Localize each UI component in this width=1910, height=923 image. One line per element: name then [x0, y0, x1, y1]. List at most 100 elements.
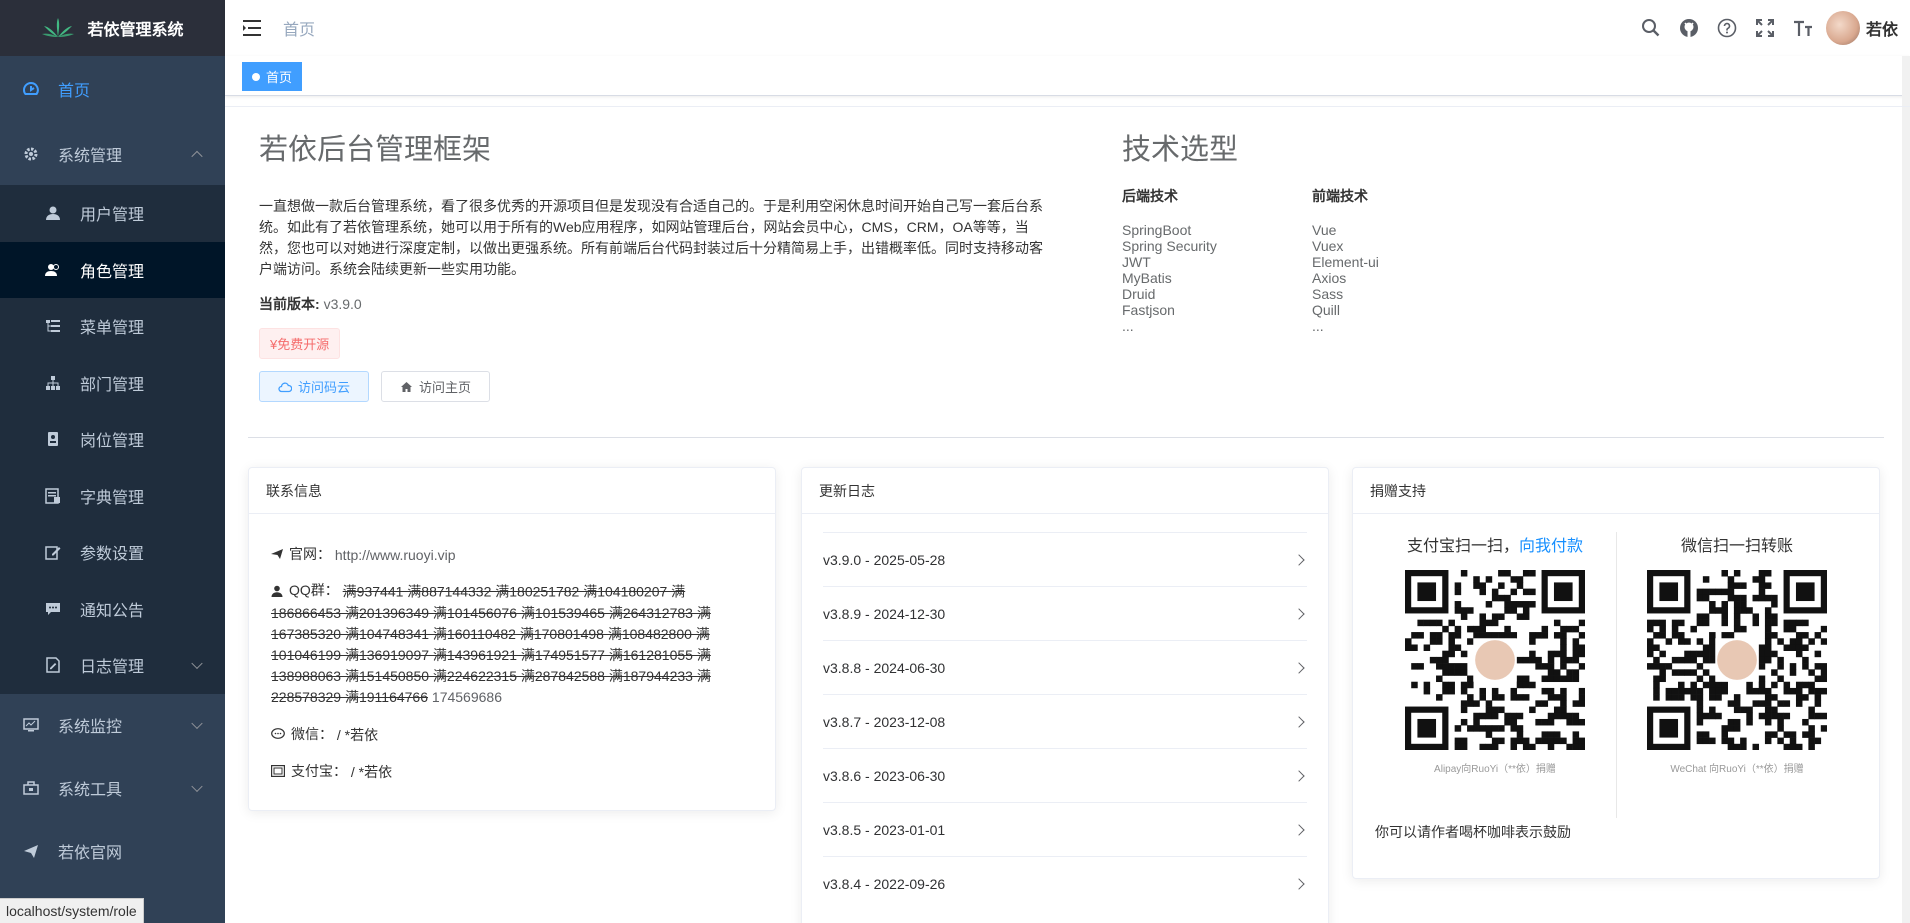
sidebar-item-site[interactable]: 若依官网 [0, 820, 225, 883]
chevron-right-icon [1293, 607, 1305, 620]
tech-item: Sass [1312, 286, 1344, 302]
sidebar-item-label: 角色管理 [80, 263, 145, 281]
pay-link[interactable]: 向我付款 [1519, 538, 1583, 555]
sidebar-item-home[interactable]: 首页 [0, 56, 225, 122]
money-icon [271, 764, 285, 777]
tech-columns: 后端技术 SpringBoot Spring Security JWT MyBa… [1122, 186, 1622, 334]
system-submenu: 用户管理 角色管理 菜单管理 部门管理 岗位管理 字典管理 参数设置 通知公告 [0, 185, 225, 694]
user-icon [271, 585, 283, 597]
tech-item: Spring Security [1122, 238, 1217, 254]
sidebar-item-label: 字典管理 [80, 489, 145, 507]
contact-card: 联系信息 官网： http://www.ruoyi.vip QQ群： 满9374… [248, 467, 776, 811]
visit-gitee-button[interactable]: 访问码云 [259, 371, 370, 402]
alipay-value: / *若依 [350, 763, 393, 780]
sidebar-item-label: 参数设置 [80, 546, 145, 564]
site-row: 官网： http://www.ruoyi.vip [249, 544, 775, 564]
chevron-right-icon [1293, 553, 1305, 566]
changelog-item[interactable]: v3.8.5 - 2023-01-01 [823, 802, 1307, 856]
tag-home[interactable]: 首页 [242, 62, 303, 91]
qq-row: QQ群： 满937441 满887144332 满180251782 满1041… [249, 580, 775, 708]
sidebar-item-role[interactable]: 角色管理 [0, 241, 225, 298]
github-icon[interactable] [1670, 0, 1708, 56]
post-icon [44, 430, 62, 448]
sidebar-item-dept[interactable]: 部门管理 [0, 355, 225, 412]
hamburger-icon[interactable] [243, 18, 263, 38]
sidebar-item-menu[interactable]: 菜单管理 [0, 298, 225, 355]
wechat-qr-title: 微信扫一扫转账 [1680, 538, 1793, 555]
tech-item: Vue [1312, 222, 1337, 238]
chevron-right-icon [1293, 715, 1305, 728]
changelog-list: v3.9.0 - 2025-05-28 v3.8.9 - 2024-12-30 … [802, 532, 1328, 910]
user-name[interactable]: 若依 [1866, 16, 1898, 40]
avatar[interactable] [1825, 11, 1860, 45]
changelog-item[interactable]: v3.8.9 - 2024-12-30 [823, 586, 1307, 640]
sidebar-item-label: 菜单管理 [80, 320, 145, 338]
sidebar-item-post[interactable]: 岗位管理 [0, 411, 225, 468]
sidebar-item-user[interactable]: 用户管理 [0, 185, 225, 242]
frontend-column: 前端技术 Vue Vuex Element-ui Axios Sass Quil… [1312, 186, 1502, 334]
tech-item: Element-ui [1312, 254, 1379, 270]
tech-item: Fastjson [1122, 302, 1175, 318]
sidebar-item-dict[interactable]: 字典管理 [0, 468, 225, 525]
active-dot-icon [252, 72, 260, 81]
sidebar-item-tools[interactable]: 系统工具 [0, 757, 225, 820]
site-link[interactable]: http://www.ruoyi.vip [335, 547, 456, 563]
breadcrumb: 首页 [283, 22, 316, 39]
cloud-icon [278, 382, 292, 392]
changelog-title: v3.9.0 - 2025-05-28 [823, 551, 946, 568]
alipay-row: 支付宝： / *若依 [249, 761, 775, 782]
tech-item: SpringBoot [1122, 222, 1192, 238]
changelog-item[interactable]: v3.8.6 - 2023-06-30 [823, 748, 1307, 802]
changelog-item[interactable]: v3.8.8 - 2024-06-30 [823, 640, 1307, 694]
wechat-qr-caption: WeChat 向RuoYi（**依）捐赠 [1670, 764, 1804, 775]
sidebar-item-notice[interactable]: 通知公告 [0, 581, 225, 638]
alipay-label: 支付宝： [271, 761, 347, 781]
visit-homepage-button[interactable]: 访问主页 [381, 371, 491, 402]
label-text: QQ群： [289, 582, 339, 598]
sidebar-item-label: 日志管理 [80, 659, 145, 677]
monitor-icon [22, 716, 40, 734]
changelog-title: v3.8.7 - 2023-12-08 [823, 713, 946, 730]
sidebar-item-monitor[interactable]: 系统监控 [0, 694, 225, 757]
sidebar-item-label: 系统监控 [58, 719, 123, 736]
sidebar-item-log[interactable]: 日志管理 [0, 637, 225, 694]
font-size-icon[interactable] [1784, 0, 1822, 56]
chevron-down-icon [191, 717, 203, 730]
tech-item: Axios [1312, 270, 1347, 286]
message-icon [44, 600, 62, 618]
version-line: 当前版本: v3.9.0 [259, 294, 1049, 314]
alipay-qr-code [1405, 570, 1586, 751]
sidebar-item-label: 首页 [58, 83, 91, 100]
sidebar-item-system[interactable]: 系统管理 [0, 122, 225, 185]
chevron-right-icon [1293, 823, 1305, 836]
changelog-item[interactable]: v3.8.7 - 2023-12-08 [823, 694, 1307, 748]
sidebar: 若依管理系统 首页 系统管理 用户管理 角色管理 菜单管理 部门管理 岗位管理 … [0, 0, 225, 923]
question-icon[interactable] [1708, 0, 1746, 56]
tree-table-icon [44, 317, 62, 335]
card-header: 捐赠支持 [1353, 468, 1879, 514]
navbar-right: 若依 [1632, 0, 1910, 56]
search-icon[interactable] [1632, 0, 1670, 56]
status-url-tooltip: localhost/system/role [0, 898, 144, 923]
chevron-right-icon [1293, 769, 1305, 782]
sidebar-item-config[interactable]: 参数设置 [0, 524, 225, 581]
fullscreen-icon[interactable] [1746, 0, 1784, 56]
alipay-qr-caption: Alipay向RuoYi（**依）捐赠 [1434, 764, 1556, 775]
frontend-title: 前端技术 [1312, 188, 1368, 204]
qr-area: 支付宝扫一扫，向我付款 Alipay向RuoYi（**依）捐赠 微信扫一扫转账 … [1353, 514, 1879, 818]
sidebar-item-label: 系统工具 [58, 782, 123, 799]
label-text: 官网： [289, 546, 331, 562]
chevron-right-icon [1293, 877, 1305, 890]
tech-title: 技术选型 [1122, 134, 1239, 166]
navbar: 首页 若依 [225, 0, 1910, 56]
card-header: 联系信息 [249, 468, 775, 514]
changelog-item[interactable]: v3.8.4 - 2022-09-26 [823, 856, 1307, 910]
label-text: 支付宝： [291, 762, 347, 779]
send-icon [271, 549, 283, 559]
title-text: 支付宝扫一扫， [1406, 538, 1519, 555]
site-label: 官网： [271, 544, 331, 564]
gear-icon [22, 145, 40, 163]
logo[interactable]: 若依管理系统 [0, 0, 225, 56]
qq-groups-full: 满937441 满887144332 满180251782 满104180207… [271, 583, 711, 705]
changelog-item[interactable]: v3.9.0 - 2025-05-28 [823, 532, 1307, 586]
